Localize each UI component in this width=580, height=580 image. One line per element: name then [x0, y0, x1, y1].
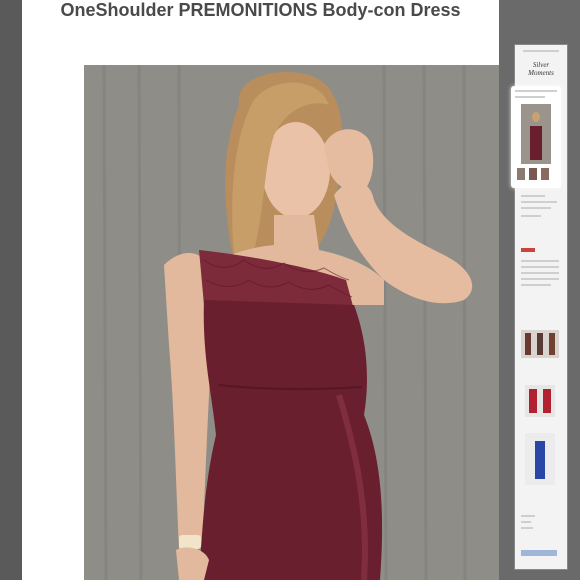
- product-photo-illustration: [84, 65, 499, 580]
- product-panel: OneShoulder PREMONITIONS Body-con Dress: [22, 0, 499, 580]
- thumb-highlight-popup[interactable]: [511, 86, 561, 188]
- thumb-popup-title: [515, 90, 557, 92]
- thumb-store-logo: Silver Moments: [528, 61, 554, 77]
- thumb-top-nav: [523, 50, 559, 52]
- thumb-footer-line: [521, 515, 535, 517]
- left-dark-strip: [0, 0, 22, 580]
- thumb-popup-gallery-image: [541, 168, 549, 180]
- thumb-popup-nav: [515, 96, 545, 98]
- thumb-text-line: [521, 201, 557, 203]
- product-photo[interactable]: [84, 65, 499, 580]
- thumb-related-product: [525, 433, 555, 485]
- thumb-text-line: [521, 278, 559, 280]
- thumb-payment-icons: [521, 550, 557, 556]
- thumb-add-to-cart-button: [521, 248, 535, 252]
- thumb-footer-line: [521, 521, 531, 523]
- thumb-text-line: [521, 272, 559, 274]
- thumb-text-line: [521, 195, 545, 197]
- product-title: OneShoulder PREMONITIONS Body-con Dress: [60, 0, 461, 20]
- thumb-popup-gallery-image: [529, 168, 537, 180]
- thumb-text-line: [521, 260, 559, 262]
- thumb-related-product: [525, 385, 555, 417]
- thumb-related-product: [521, 330, 559, 358]
- thumb-text-line: [521, 207, 551, 209]
- thumb-text-line: [521, 266, 559, 268]
- thumb-popup-photo: [521, 104, 551, 164]
- thumb-popup-gallery-image: [517, 168, 525, 180]
- thumb-text-line: [521, 215, 541, 217]
- thumb-footer-line: [521, 527, 533, 529]
- thumb-text-line: [521, 284, 551, 286]
